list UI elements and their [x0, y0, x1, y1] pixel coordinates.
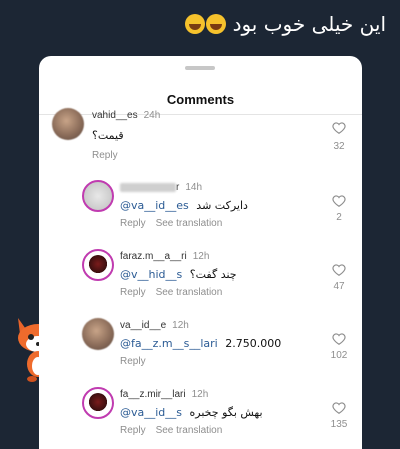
avatar[interactable]	[82, 318, 114, 350]
comment-username[interactable]: fa__z.mir__lari	[120, 389, 186, 400]
comment-actions: Reply	[92, 150, 118, 161]
heart-outline-icon[interactable]	[332, 121, 346, 135]
heart-outline-icon[interactable]	[332, 194, 346, 208]
caption-text: این خیلی خوب بود	[232, 12, 386, 36]
see-translation-button[interactable]: See translation	[156, 425, 223, 436]
comment-message: 2.750.000	[225, 337, 282, 350]
comment-meta: faraz.m__a__ri 12h	[120, 251, 209, 262]
reply-button[interactable]: Reply	[92, 150, 118, 161]
drag-handle[interactable]	[185, 66, 215, 70]
comments-sheet: Comments vahid__es 24h قیمت؟ Reply 32 r 14…	[39, 56, 362, 449]
comment-actions: Reply See translation	[120, 425, 222, 436]
comment-meta: va__id__e 12h	[120, 320, 189, 331]
see-translation-button[interactable]: See translation	[156, 287, 223, 298]
comment-actions: Reply	[120, 356, 146, 367]
comment-item: fa__z.mir__lari 12h @va__id__s بهش بگو چخ…	[39, 387, 362, 449]
heart-outline-icon[interactable]	[332, 332, 346, 346]
comment-message: بهش بگو چخبره	[189, 406, 263, 419]
comment-meta: vahid__es 24h	[92, 110, 160, 121]
comment-time: 12h	[191, 389, 209, 400]
comment-username[interactable]: vahid__es	[92, 110, 138, 121]
comment-username[interactable]: r	[176, 182, 179, 193]
comment-meta: fa__z.mir__lari 12h	[120, 389, 208, 400]
comment-text: @v__hid__s چند گفت؟	[120, 268, 237, 281]
comment-time: 14h	[185, 182, 203, 193]
sheet-title: Comments	[166, 92, 235, 107]
comment-item: r 14h @va__id__es دایرکت شد Reply See tran…	[39, 180, 362, 240]
reply-button[interactable]: Reply	[120, 356, 146, 367]
comment-time: 12h	[192, 251, 210, 262]
comment-text: قیمت؟	[92, 129, 124, 142]
blurred-username	[120, 182, 176, 192]
comment-item: faraz.m__a__ri 12h @v__hid__s چند گفت؟ Re…	[39, 249, 362, 309]
mention-link[interactable]: @va__id__es	[120, 199, 189, 212]
reply-button[interactable]: Reply	[120, 425, 146, 436]
like-count: 2	[336, 212, 342, 223]
comment-time: 12h	[172, 320, 189, 331]
comment-meta: r 14h	[120, 182, 202, 193]
comment-time: 24h	[143, 110, 161, 121]
avatar[interactable]	[82, 249, 114, 281]
mention-link[interactable]: @fa__z.m__s__lari	[120, 337, 218, 350]
rofl-emoji-icon	[185, 14, 206, 34]
avatar[interactable]	[52, 108, 84, 140]
post-caption: این خیلی خوب بود	[184, 12, 386, 36]
see-translation-button[interactable]: See translation	[156, 218, 223, 229]
reply-button[interactable]: Reply	[120, 287, 146, 298]
comment-text: @fa__z.m__s__lari 2.750.000	[120, 337, 281, 350]
rofl-emoji-icon	[206, 14, 227, 34]
avatar[interactable]	[82, 387, 114, 419]
mention-link[interactable]: @va__id__s	[120, 406, 182, 419]
like-count: 102	[330, 350, 348, 361]
comment-username[interactable]: faraz.m__a__ri	[120, 251, 187, 262]
comment-item: vahid__es 24h قیمت؟ Reply 32	[39, 108, 362, 162]
like-count: 135	[330, 419, 348, 430]
comment-item: va__id__e 12h @fa__z.m__s__lari 2.750.000…	[39, 318, 362, 378]
reply-button[interactable]: Reply	[120, 218, 146, 229]
comment-actions: Reply See translation	[120, 287, 222, 298]
like-count: 47	[333, 281, 345, 292]
comment-message: چند گفت؟	[189, 268, 237, 281]
comment-actions: Reply See translation	[120, 218, 222, 229]
comment-text: @va__id__es دایرکت شد	[120, 199, 248, 212]
heart-outline-icon[interactable]	[332, 263, 346, 277]
comment-text: @va__id__s بهش بگو چخبره	[120, 406, 263, 419]
comment-message: دایرکت شد	[196, 199, 248, 212]
comment-username[interactable]: va__id__e	[120, 320, 166, 331]
avatar[interactable]	[82, 180, 114, 212]
heart-outline-icon[interactable]	[332, 401, 346, 415]
like-count: 32	[333, 141, 345, 152]
mention-link[interactable]: @v__hid__s	[120, 268, 182, 281]
